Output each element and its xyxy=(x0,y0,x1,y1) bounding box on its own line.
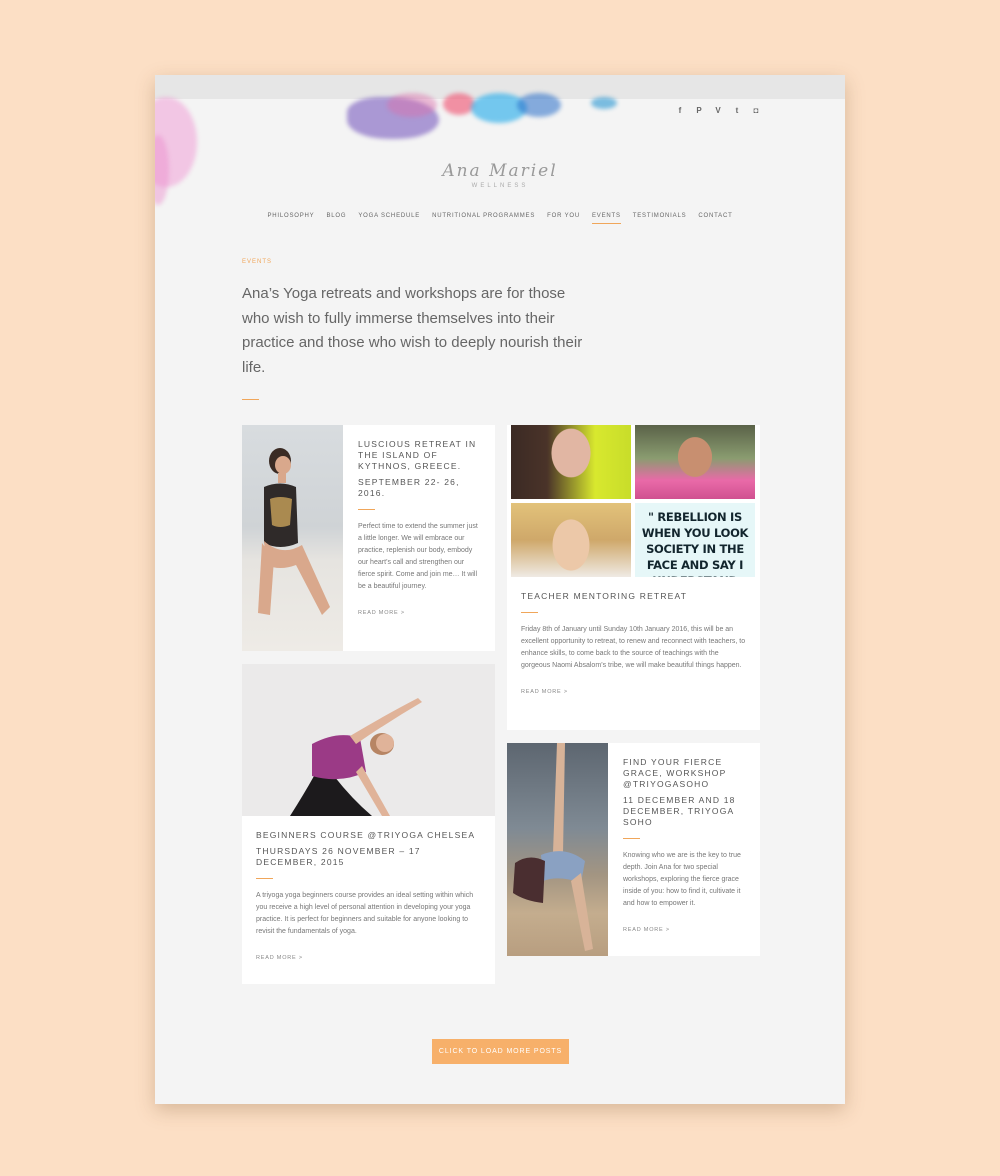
load-more-button[interactable]: CLICK TO LOAD MORE POSTS xyxy=(432,1039,569,1064)
nav-item-testimonials[interactable]: TESTIMONIALS xyxy=(633,213,687,224)
vimeo-icon[interactable]: V xyxy=(713,106,723,116)
nav-item-blog[interactable]: BLOG xyxy=(326,213,346,224)
social-links: f P V t ◘ xyxy=(675,106,761,116)
quote-image: " REBELLION IS WHEN YOU LOOK SOCIETY IN … xyxy=(635,503,755,577)
logo-subtitle: WELLNESS xyxy=(471,183,529,189)
nav-item-events[interactable]: EVENTS xyxy=(591,213,621,224)
event-excerpt: A triyoga yoga beginners course provides… xyxy=(256,892,474,935)
nav-item-for-you[interactable]: FOR YOU xyxy=(547,213,580,224)
nav-item-yoga-schedule[interactable]: YOGA SCHEDULE xyxy=(358,213,420,224)
event-title: FIND YOUR FIERCE GRACE, WORKSHOP @TRIYOG… xyxy=(623,757,727,789)
intro-text: Ana’s Yoga retreats and workshops are fo… xyxy=(242,285,583,376)
browser-window: f P V t ◘ Ana Mariel WELLNESS PHILOSOPHY… xyxy=(155,75,845,1104)
event-excerpt: Friday 8th of January until Sunday 10th … xyxy=(521,626,746,669)
portrait-photo-2 xyxy=(635,425,755,499)
portrait-photo-1 xyxy=(511,425,631,499)
read-more-link[interactable]: READ MORE > xyxy=(623,927,747,933)
event-card-beginners[interactable]: BEGINNERS COURSE @TRIYOGA CHELSEA THURSD… xyxy=(242,664,495,984)
mentoring-photo-collage: " REBELLION IS WHEN YOU LOOK SOCIETY IN … xyxy=(511,425,756,577)
read-more-link[interactable]: READ MORE > xyxy=(256,955,481,961)
event-excerpt: Knowing who we are is the key to true de… xyxy=(623,852,741,907)
event-card-kythnos[interactable]: LUSCIOUS RETREAT IN THE ISLAND OF KYTHNO… xyxy=(242,425,495,651)
event-divider xyxy=(256,878,273,879)
event-date: THURSDAYS 26 NOVEMBER – 17 DECEMBER, 201… xyxy=(256,846,421,867)
event-title: LUSCIOUS RETREAT IN THE ISLAND OF KYTHNO… xyxy=(358,439,477,471)
event-card-fierce-grace[interactable]: FIND YOUR FIERCE GRACE, WORKSHOP @TRIYOG… xyxy=(507,743,760,956)
pinterest-icon[interactable]: P xyxy=(694,106,704,116)
event-date: SEPTEMBER 22- 26, 2016. xyxy=(358,477,460,498)
portrait-photo-3 xyxy=(511,503,631,577)
section-kicker: EVENTS xyxy=(242,259,273,265)
event-excerpt: Perfect time to extend the summer just a… xyxy=(358,523,478,590)
nav-item-philosophy[interactable]: PHILOSOPHY xyxy=(267,213,314,224)
event-photo-fierce-grace xyxy=(507,743,608,956)
twitter-icon[interactable]: t xyxy=(732,106,742,116)
read-more-link[interactable]: READ MORE > xyxy=(521,689,746,695)
logo-script: Ana Mariel xyxy=(442,161,558,181)
facebook-icon[interactable]: f xyxy=(675,106,685,116)
event-divider xyxy=(358,509,375,510)
event-divider xyxy=(623,838,640,839)
event-title: TEACHER MENTORING RETREAT xyxy=(521,591,688,601)
main-nav: PHILOSOPHY BLOG YOGA SCHEDULE NUTRITIONA… xyxy=(155,213,845,224)
event-date: 11 DECEMBER AND 18 DECEMBER, TRIYOGA SOH… xyxy=(623,795,736,827)
event-title: BEGINNERS COURSE @TRIYOGA CHELSEA xyxy=(256,830,476,840)
nav-item-nutritional-programmes[interactable]: NUTRITIONAL PROGRAMMES xyxy=(432,213,535,224)
yoga-pose-figure xyxy=(290,698,422,816)
nav-item-contact[interactable]: CONTACT xyxy=(698,213,732,224)
instagram-icon[interactable]: ◘ xyxy=(751,106,761,116)
event-divider xyxy=(521,612,538,613)
event-photo-beginners xyxy=(242,664,495,816)
read-more-link[interactable]: READ MORE > xyxy=(358,610,480,616)
backbend-figure xyxy=(513,743,593,951)
event-card-mentoring[interactable]: " REBELLION IS WHEN YOU LOOK SOCIETY IN … xyxy=(507,425,760,730)
woman-sitting-figure xyxy=(258,448,330,615)
intro-divider xyxy=(242,399,259,400)
event-photo-kythnos xyxy=(242,425,343,651)
quote-text: " REBELLION IS WHEN YOU LOOK SOCIETY IN … xyxy=(641,510,749,577)
logo[interactable]: Ana Mariel WELLNESS xyxy=(155,161,845,189)
